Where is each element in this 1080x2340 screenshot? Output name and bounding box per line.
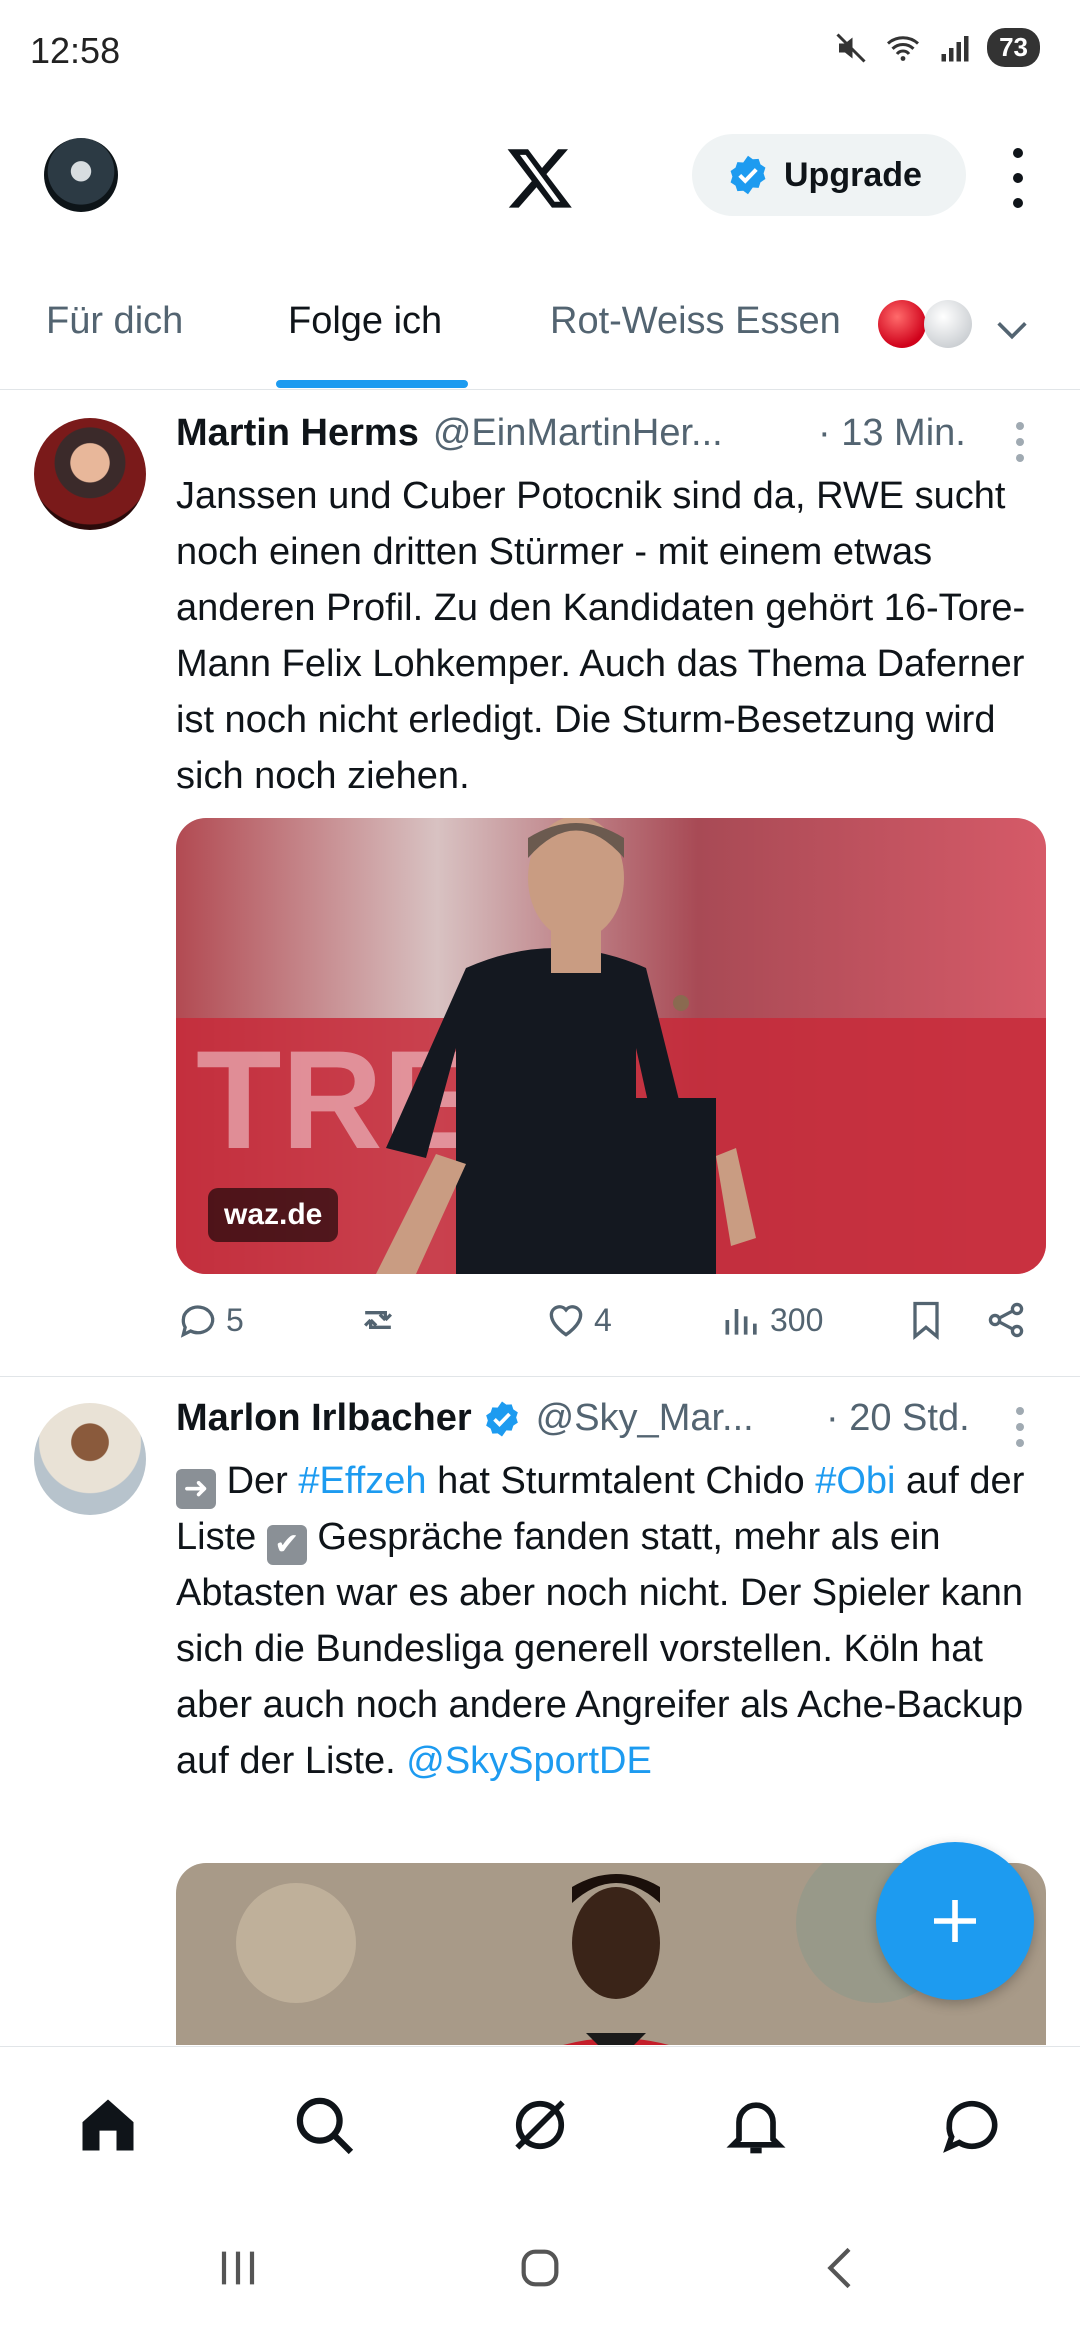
views-button[interactable]: 300 — [720, 1298, 823, 1342]
views-chart-icon — [725, 1309, 757, 1335]
chevron-down-icon[interactable] — [992, 310, 1032, 350]
reply-button[interactable]: 5 — [176, 1298, 244, 1342]
post-time[interactable]: · 13 Min. — [818, 412, 966, 455]
home-button-icon[interactable] — [512, 2240, 568, 2296]
tab-rot-weiss-essen[interactable]: Rot-Weiss Essen — [550, 300, 841, 343]
hashtag-obi[interactable]: #Obi — [815, 1460, 895, 1502]
system-navigation-bar — [0, 2196, 1080, 2340]
post-media-image[interactable]: TREU waz.de — [176, 818, 1046, 1274]
author-handle[interactable]: @Sky_Mar... — [536, 1397, 754, 1440]
upgrade-button[interactable]: Upgrade — [692, 134, 966, 216]
post-header: Marlon Irlbacher @Sky_Mar... — [176, 1397, 754, 1440]
post-text: Janssen und Cuber Potocnik sind da, RWE … — [176, 475, 1026, 797]
tab-folge-ich[interactable]: Folge ich — [288, 300, 442, 343]
post-more-icon[interactable] — [1016, 1407, 1024, 1447]
author-avatar[interactable] — [34, 1403, 146, 1515]
upgrade-label: Upgrade — [784, 155, 922, 194]
check-box-emoji: ✔ — [266, 1525, 307, 1565]
status-time: 12:58 — [30, 30, 121, 71]
post-more-icon[interactable] — [1016, 422, 1024, 462]
like-count: 4 — [594, 1301, 612, 1338]
view-count: 300 — [770, 1301, 824, 1338]
home-icon[interactable] — [74, 2091, 142, 2159]
post-text: ➜ Der #Effzeh hat Sturmtalent Chido #Obi… — [176, 1460, 1025, 1782]
recent-apps-icon[interactable] — [210, 2240, 266, 2296]
mute-icon — [836, 32, 866, 63]
repost-icon — [363, 1311, 393, 1329]
status-icons: 73 — [833, 28, 1040, 67]
media-source-tag[interactable]: waz.de — [208, 1188, 339, 1242]
bell-icon[interactable] — [722, 2091, 790, 2159]
verified-badge-icon — [485, 1401, 518, 1436]
hashtag-effzeh[interactable]: #Effzeh — [298, 1460, 426, 1502]
mention-skysportde[interactable]: @SkySportDE — [406, 1740, 652, 1782]
active-tab-indicator — [276, 380, 468, 388]
post-time[interactable]: · 20 Std. — [826, 1397, 970, 1440]
battery-indicator: 73 — [987, 28, 1040, 67]
bottom-navigation — [0, 2046, 1080, 2196]
verified-badge-icon — [730, 155, 766, 195]
reply-count: 5 — [226, 1301, 244, 1338]
heart-icon — [549, 1305, 583, 1337]
compose-post-button[interactable] — [876, 1842, 1034, 2000]
post-actions: 5 4 300 — [176, 1298, 1046, 1348]
wifi-icon — [887, 35, 920, 61]
more-options-icon[interactable] — [1000, 148, 1036, 208]
plus-icon — [934, 1900, 976, 1942]
tab-fuer-dich[interactable]: Für dich — [46, 300, 183, 343]
grok-icon[interactable] — [506, 2091, 574, 2159]
messages-icon[interactable] — [938, 2091, 1006, 2159]
x-logo-icon[interactable] — [505, 142, 575, 212]
red-white-emoji — [878, 300, 972, 348]
top-bar: Upgrade — [0, 130, 1080, 230]
post-header: Martin Herms @EinMartinHer... — [176, 412, 723, 455]
back-icon[interactable] — [814, 2240, 870, 2296]
post-item[interactable]: Martin Herms @EinMartinHer... · 13 Min. … — [0, 392, 1080, 1376]
author-handle[interactable]: @EinMartinHer... — [433, 412, 723, 455]
author-name[interactable]: Martin Herms — [176, 412, 419, 455]
timeline-tabs: Für dich Folge ich Rot-Weiss Essen — [0, 280, 1080, 390]
search-icon[interactable] — [290, 2091, 358, 2159]
share-icon[interactable] — [984, 1298, 1028, 1342]
profile-avatar[interactable] — [44, 138, 118, 212]
like-button[interactable]: 4 — [544, 1298, 612, 1342]
signal-icon — [941, 35, 969, 61]
author-avatar[interactable] — [34, 418, 146, 530]
reply-icon — [180, 1305, 215, 1338]
right-arrow-emoji: ➜ — [176, 1469, 216, 1509]
status-bar: 12:58 73 — [0, 0, 1080, 100]
author-name[interactable]: Marlon Irlbacher — [176, 1397, 472, 1440]
bookmark-icon[interactable] — [904, 1298, 948, 1342]
repost-button[interactable] — [356, 1298, 406, 1342]
